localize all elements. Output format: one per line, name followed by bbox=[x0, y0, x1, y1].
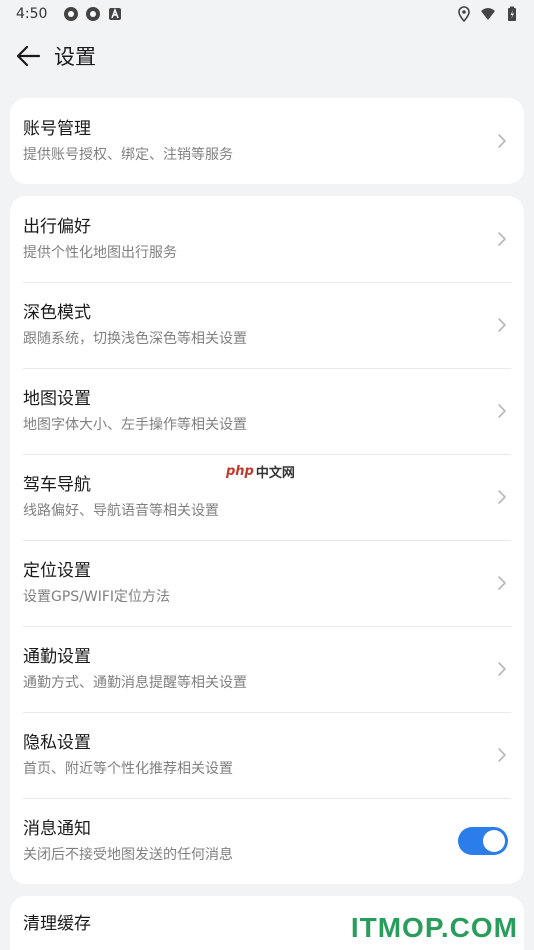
chevron-right-icon bbox=[498, 490, 506, 504]
row-subtitle: 首页、附近等个性化推荐相关设置 bbox=[23, 761, 233, 777]
chevron-right-icon bbox=[498, 576, 506, 590]
row-title: 深色模式 bbox=[23, 303, 91, 323]
settings-item-privacy[interactable]: 隐私设置 首页、附近等个性化推荐相关设置 bbox=[10, 712, 524, 798]
arrow-left-icon bbox=[16, 45, 41, 67]
app-notification-icon bbox=[64, 7, 79, 21]
row-text: 消息通知 关闭后不接受地图发送的任何消息 bbox=[23, 817, 458, 865]
notifications-toggle[interactable] bbox=[458, 827, 508, 855]
row-subtitle: 提供账号授权、绑定、注销等服务 bbox=[23, 147, 233, 163]
status-time: 4:50 bbox=[16, 6, 48, 22]
chevron-right-icon bbox=[498, 662, 506, 676]
status-left: 4:50 bbox=[16, 6, 123, 22]
row-text: 账号管理 提供账号授权、绑定、注销等服务 bbox=[23, 117, 496, 165]
row-subtitle: 通勤方式、通勤消息提醒等相关设置 bbox=[23, 675, 247, 691]
location-icon bbox=[458, 6, 470, 22]
row-title: 地图设置 bbox=[23, 389, 91, 409]
row-title: 通勤设置 bbox=[23, 647, 91, 667]
row-text: 定位设置 设置GPS/WIFI定位方法 bbox=[23, 559, 496, 607]
php-watermark: php 中文网 bbox=[226, 462, 295, 481]
row-subtitle: 提供个性化地图出行服务 bbox=[23, 245, 177, 261]
settings-item-notifications: 消息通知 关闭后不接受地图发送的任何消息 bbox=[10, 798, 524, 884]
row-text: 深色模式 跟随系统，切换浅色深色等相关设置 bbox=[23, 301, 496, 349]
row-subtitle: 跟随系统，切换浅色深色等相关设置 bbox=[23, 331, 247, 347]
itmop-watermark: ITMOP.COM bbox=[350, 912, 518, 943]
wifi-icon bbox=[481, 8, 495, 20]
header: 设置 bbox=[0, 28, 534, 84]
row-title: 账号管理 bbox=[23, 119, 91, 139]
row-subtitle: 设置GPS/WIFI定位方法 bbox=[23, 589, 171, 605]
settings-item-travel-preference[interactable]: 出行偏好 提供个性化地图出行服务 bbox=[10, 196, 524, 282]
app-notification-icon-2 bbox=[86, 7, 101, 21]
chevron-right-icon bbox=[498, 232, 506, 246]
settings-item-location[interactable]: 定位设置 设置GPS/WIFI定位方法 bbox=[10, 540, 524, 626]
php-badge: php bbox=[226, 464, 254, 479]
row-subtitle: 地图字体大小、左手操作等相关设置 bbox=[23, 417, 247, 433]
page-title: 设置 bbox=[54, 45, 96, 69]
row-text: 出行偏好 提供个性化地图出行服务 bbox=[23, 215, 496, 263]
php-watermark-text: 中文网 bbox=[255, 466, 295, 481]
row-title: 隐私设置 bbox=[23, 733, 91, 753]
settings-item-dark-mode[interactable]: 深色模式 跟随系统，切换浅色深色等相关设置 bbox=[10, 282, 524, 368]
settings-item-commute[interactable]: 通勤设置 通勤方式、通勤消息提醒等相关设置 bbox=[10, 626, 524, 712]
row-subtitle: 线路偏好、导航语音等相关设置 bbox=[23, 503, 219, 519]
settings-card: 出行偏好 提供个性化地图出行服务 深色模式 跟随系统，切换浅色深色等相关设置 地… bbox=[10, 196, 524, 884]
settings-item-map-settings[interactable]: 地图设置 地图字体大小、左手操作等相关设置 bbox=[10, 368, 524, 454]
row-title: 消息通知 bbox=[23, 819, 91, 839]
settings-item-account[interactable]: 账号管理 提供账号授权、绑定、注销等服务 bbox=[10, 98, 524, 184]
row-text: 通勤设置 通勤方式、通勤消息提醒等相关设置 bbox=[23, 645, 496, 693]
row-title: 定位设置 bbox=[23, 561, 91, 581]
back-button[interactable] bbox=[12, 40, 44, 72]
chevron-right-icon bbox=[498, 318, 506, 332]
chevron-right-icon bbox=[498, 134, 506, 148]
account-card: 账号管理 提供账号授权、绑定、注销等服务 bbox=[10, 98, 524, 184]
chevron-right-icon bbox=[498, 404, 506, 418]
chevron-right-icon bbox=[498, 748, 506, 762]
row-text: 隐私设置 首页、附近等个性化推荐相关设置 bbox=[23, 731, 496, 779]
battery-icon bbox=[508, 6, 516, 21]
row-subtitle: 关闭后不接受地图发送的任何消息 bbox=[23, 847, 233, 863]
a-notification-icon bbox=[109, 7, 122, 20]
toggle-knob bbox=[483, 830, 505, 852]
status-bar: 4:50 bbox=[0, 0, 534, 28]
row-title: 出行偏好 bbox=[23, 217, 91, 237]
row-text: 地图设置 地图字体大小、左手操作等相关设置 bbox=[23, 387, 496, 435]
status-right bbox=[456, 6, 520, 22]
